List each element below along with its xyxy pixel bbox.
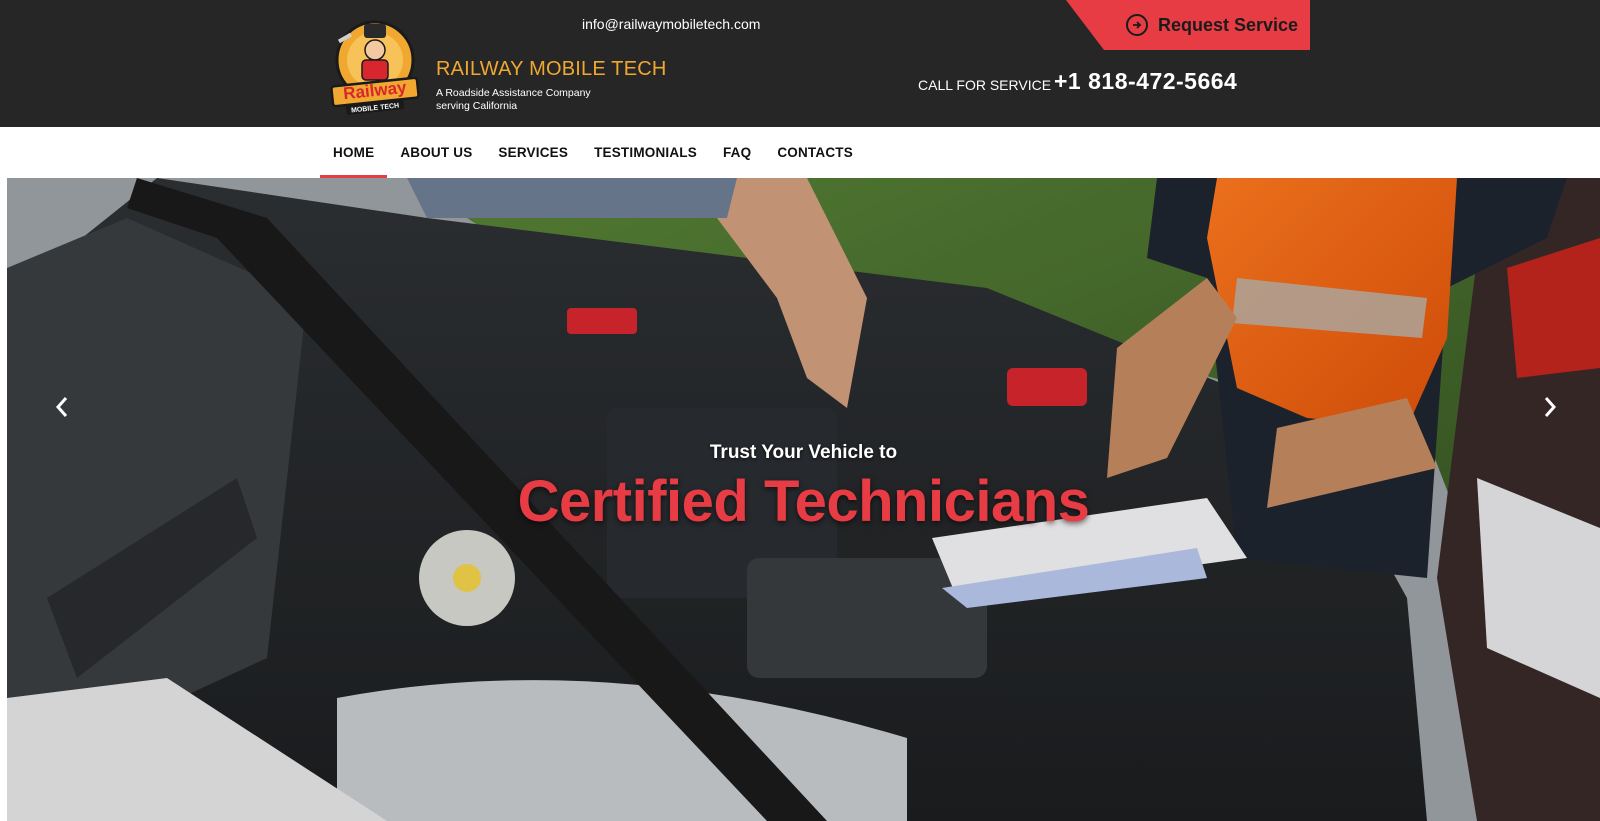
slider-next-button[interactable] [1535, 392, 1565, 422]
nav-item-services[interactable]: SERVICES [485, 127, 581, 178]
main-navigation: HOME ABOUT US SERVICES TESTIMONIALS FAQ … [0, 127, 1600, 178]
hero-slider: Trust Your Vehicle to Certified Technici… [7, 178, 1600, 821]
arrow-right-circle-icon [1126, 14, 1148, 36]
slider-prev-button[interactable] [47, 392, 77, 422]
brand-tagline-line2: serving California [436, 100, 518, 112]
company-logo[interactable]: Railway MOBILE TECH [328, 18, 422, 116]
hero-title: Certified Technicians [517, 469, 1090, 534]
brand-name: RAILWAY MOBILE TECH [436, 58, 667, 80]
request-service-button[interactable]: Request Service [1066, 0, 1310, 50]
nav-list: HOME ABOUT US SERVICES TESTIMONIALS FAQ … [320, 127, 866, 178]
request-service-label: Request Service [1158, 14, 1299, 35]
phone-number-link[interactable]: +1 818-472-5664 [1054, 68, 1237, 95]
nav-item-home[interactable]: HOME [320, 127, 388, 178]
hero-subtitle: Trust Your Vehicle to [709, 442, 898, 463]
chevron-right-icon [1544, 397, 1557, 417]
nav-item-about-us[interactable]: ABOUT US [387, 127, 485, 178]
call-for-service-label: CALL FOR SERVICE [918, 77, 1052, 93]
nav-item-faq[interactable]: FAQ [710, 127, 764, 178]
brand-tagline-line1: A Roadside Assistance Company [436, 87, 591, 99]
brand-tagline: A Roadside Assistance Company serving Ca… [436, 87, 616, 113]
nav-item-contacts[interactable]: CONTACTS [764, 127, 866, 178]
email-link[interactable]: info@railwaymobiletech.com [582, 16, 760, 32]
chevron-left-icon [55, 397, 68, 417]
nav-item-testimonials[interactable]: TESTIMONIALS [581, 127, 710, 178]
top-header: info@railwaymobiletech.com Request Servi… [0, 0, 1600, 127]
